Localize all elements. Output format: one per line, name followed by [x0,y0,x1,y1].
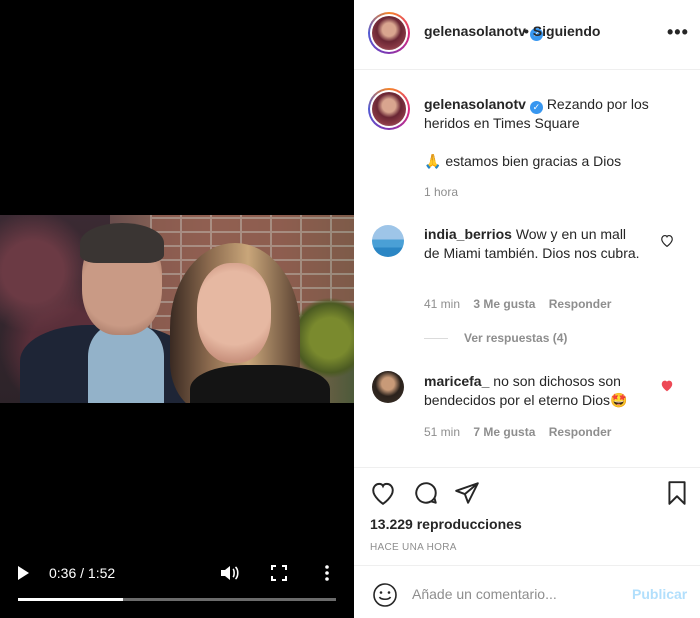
comment-text: india_berrios Wow y en un mall de Miami … [424,225,644,263]
post-side-panel: gelenasolanotv ✓ • Siguiendo ••• gelenaso… [354,0,700,618]
header-username[interactable]: gelenasolanotv [424,23,526,39]
post-header: gelenasolanotv ✓ • Siguiendo ••• [354,0,700,70]
comment-bubble-icon[interactable] [413,480,439,506]
avatar-image [372,92,406,126]
comment-avatar[interactable] [372,225,404,257]
video-person-woman-face [197,263,271,363]
post-time[interactable]: HACE UNA HORA [370,542,457,553]
like-comment-heart-icon[interactable] [660,234,674,247]
volume-icon[interactable] [219,564,239,582]
post-actions: 13.229 reproducciones HACE UNA HORA Publ… [354,467,700,618]
comment-input[interactable] [412,578,622,610]
comment-avatar[interactable] [372,371,404,403]
add-comment-bar: Publicar [354,565,700,618]
view-replies-button[interactable]: Ver respuestas (4) [424,331,567,345]
video-person-man-shirt [88,325,164,403]
save-bookmark-icon[interactable] [664,480,690,506]
verified-badge-icon: ✓ [529,101,543,114]
comment-username[interactable]: maricefa_ [424,373,489,389]
share-paper-plane-icon[interactable] [454,480,480,506]
comment-time[interactable]: 41 min [424,297,460,311]
caption-avatar[interactable] [368,88,410,130]
caption-body-2: 🙏 estamos bien gracias a Dios [424,153,622,169]
more-vertical-icon[interactable] [322,564,332,582]
emoji-icon[interactable] [372,582,398,608]
comments-list: gelenasolanotv ✓ Rezando por los heridos … [354,71,700,467]
comment-likes[interactable]: 3 Me gusta [473,297,535,311]
video-controls: 0:36 / 1:52 [0,560,354,618]
avatar-image [372,16,406,50]
comment-meta: 41 min 3 Me gusta Responder [424,297,611,311]
reply-button[interactable]: Responder [549,297,612,311]
follow-status[interactable]: • Siguiendo [524,23,600,39]
video-frame [0,215,354,403]
video-progress-fill [18,598,123,601]
video-person-woman-top [190,365,330,403]
comment-time[interactable]: 51 min [424,425,460,439]
video-player[interactable]: 0:36 / 1:52 [0,0,354,618]
like-heart-icon[interactable] [370,480,396,506]
header-avatar[interactable] [368,12,410,54]
video-person-man-hair [80,223,164,263]
fullscreen-icon[interactable] [270,564,288,582]
view-replies-label: Ver respuestas (4) [464,331,568,345]
publish-button[interactable]: Publicar [632,586,687,602]
video-time: 0:36 / 1:52 [49,565,116,581]
video-progress-bar[interactable] [18,598,336,601]
comment-meta: 51 min 7 Me gusta Responder [424,425,611,439]
play-icon[interactable] [18,566,29,580]
liked-comment-heart-icon[interactable] [660,379,674,392]
caption-time[interactable]: 1 hora [424,185,458,199]
comment-likes[interactable]: 7 Me gusta [473,425,535,439]
caption-text: gelenasolanotv ✓ Rezando por los heridos … [424,95,674,133]
comment-text: maricefa_ no son dichosos son bendecidos… [424,372,644,410]
replies-divider [424,338,448,340]
reply-button[interactable]: Responder [549,425,612,439]
caption-username[interactable]: gelenasolanotv [424,96,526,112]
view-count[interactable]: 13.229 reproducciones [370,516,522,532]
more-options-icon[interactable]: ••• [667,22,689,43]
comment-username[interactable]: india_berrios [424,226,512,242]
